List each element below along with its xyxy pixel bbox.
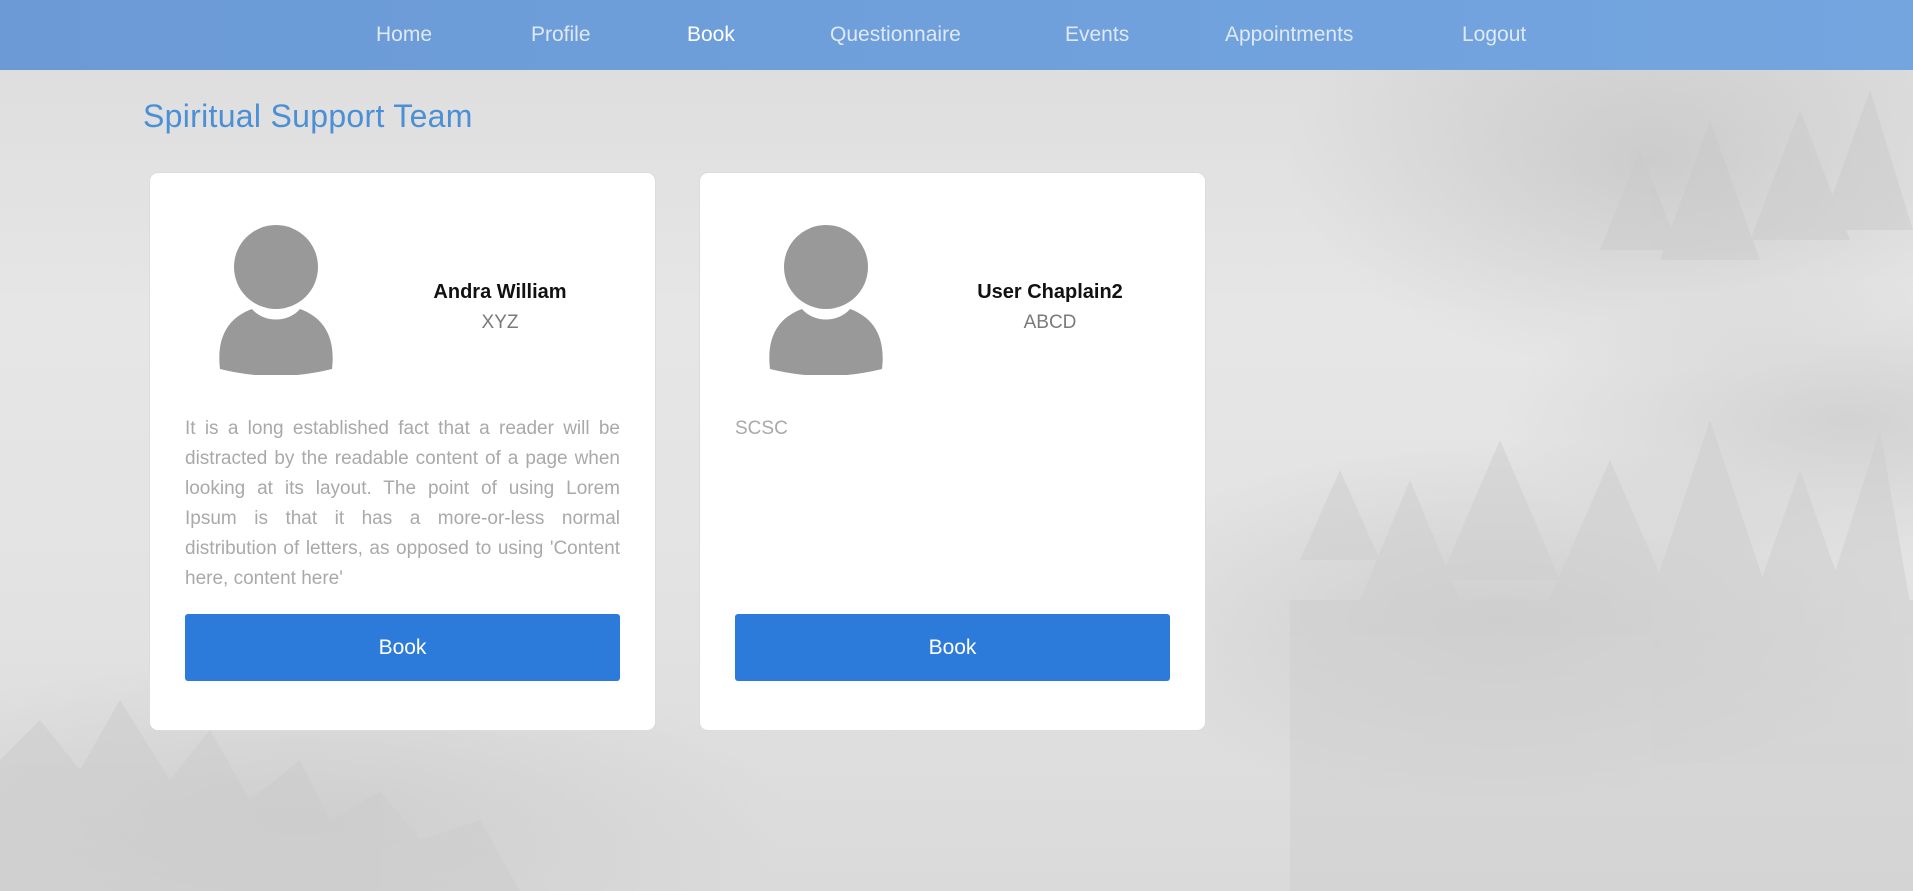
member-bio: SCSC (735, 418, 788, 439)
book-button[interactable]: Book (735, 614, 1170, 681)
member-name: Andra William (433, 281, 567, 303)
page-title: Spiritual Support Team (143, 98, 473, 134)
nav-item-questionnaire[interactable]: Questionnaire (830, 0, 961, 70)
member-name: User Chaplain2 (977, 281, 1123, 303)
nav-item-home[interactable]: Home (376, 0, 432, 70)
member-role: ABCD (1023, 312, 1077, 333)
nav-menu: Home Profile Book Questionnaire Events A… (0, 0, 1913, 70)
nav-item-book[interactable]: Book (687, 0, 735, 70)
nav-item-logout[interactable]: Logout (1462, 0, 1526, 70)
nav-item-profile[interactable]: Profile (531, 0, 591, 70)
top-navbar: Home Profile Book Questionnaire Events A… (0, 0, 1913, 70)
member-bio: It is a long established fact that a rea… (185, 418, 620, 589)
nav-item-events[interactable]: Events (1065, 0, 1129, 70)
nav-item-appointments[interactable]: Appointments (1225, 0, 1353, 70)
member-role: XYZ (481, 312, 519, 333)
team-member-card: User Chaplain2 ABCD SCSC Book (699, 172, 1206, 731)
team-member-card: Andra William XYZ It is a long establish… (149, 172, 656, 731)
user-silhouette-icon (769, 225, 883, 375)
user-silhouette-icon (219, 225, 333, 375)
book-button[interactable]: Book (185, 614, 620, 681)
